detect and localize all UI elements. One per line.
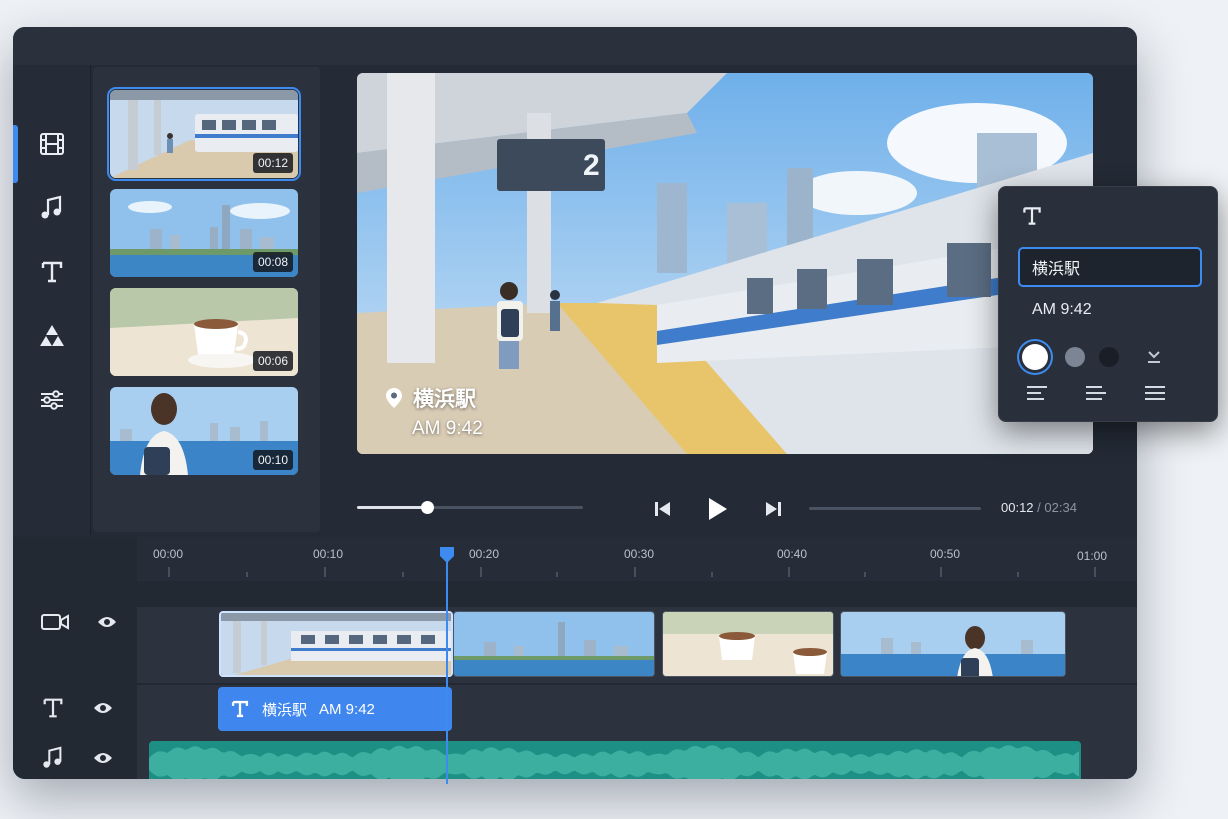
media-library: 00:12 00:08 00:06 00:10 — [93, 67, 320, 532]
color-swatch-black[interactable] — [1099, 347, 1119, 367]
platform-number: 2 — [583, 149, 600, 182]
audio-waveform — [149, 745, 1079, 779]
film-icon — [40, 133, 64, 155]
overlay-title-text: 横浜駅 — [413, 387, 476, 411]
clip-duration: 00:06 — [252, 351, 293, 371]
current-time: 00:12 — [1001, 500, 1034, 515]
audio-clip[interactable] — [149, 741, 1081, 779]
skip-forward-button[interactable] — [759, 495, 787, 523]
rail-item-adjust[interactable] — [13, 375, 91, 425]
text-icon — [231, 700, 249, 718]
time-ruler[interactable]: 00:00 00:10 00:20 00:30 00:40 00:50 01:0… — [137, 537, 1137, 581]
volume-fill — [357, 506, 427, 509]
ruler-ticks — [168, 567, 1096, 577]
clip-duration: 00:08 — [252, 252, 293, 272]
timeline-clip-station[interactable] — [219, 611, 453, 677]
overlay-time: AM 9:42 — [412, 418, 483, 439]
text-clip-time: AM 9:42 — [319, 700, 375, 718]
timeline-text-clip[interactable]: 横浜駅 AM 9:42 — [218, 687, 452, 731]
volume-slider[interactable] — [357, 501, 583, 514]
timeline-clip-coffee[interactable] — [662, 611, 834, 677]
volume-knob[interactable] — [421, 501, 434, 514]
seaside-clip-frames — [841, 612, 1065, 676]
text-track-header — [13, 683, 135, 733]
media-clip-station[interactable]: 00:12 — [107, 87, 301, 181]
tool-rail — [13, 65, 91, 535]
color-swatch-white[interactable] — [1022, 344, 1048, 370]
title-text-input[interactable] — [1018, 247, 1202, 287]
playback-progress[interactable] — [809, 507, 981, 510]
audio-track — [137, 735, 1137, 779]
time-readout: 00:12 / 02:34 — [1001, 500, 1077, 515]
editor-window: 00:12 00:08 00:06 00:10 2 横浜駅 AM 9:42 00… — [13, 27, 1137, 779]
clip-duration: 00:12 — [252, 153, 293, 173]
media-clip-skyline[interactable]: 00:08 — [110, 189, 298, 277]
video-track — [137, 607, 1137, 683]
sliders-icon — [41, 390, 63, 410]
eye-icon[interactable] — [93, 701, 113, 715]
skip-forward-icon — [766, 502, 781, 516]
eye-icon[interactable] — [97, 615, 117, 629]
eye-icon[interactable] — [93, 751, 113, 765]
skip-back-button[interactable] — [649, 495, 677, 523]
play-button[interactable] — [703, 495, 731, 523]
skip-back-icon — [655, 502, 670, 516]
text-properties-panel: AM 9:42 — [998, 186, 1218, 422]
video-preview[interactable]: 2 横浜駅 AM 9:42 — [357, 73, 1093, 454]
coffee-clip-frames — [663, 612, 833, 676]
title-bar — [13, 27, 1137, 65]
overlay-title: 横浜駅 — [385, 383, 476, 413]
video-camera-icon[interactable] — [41, 612, 69, 632]
timeline-clip-seaside[interactable] — [840, 611, 1066, 677]
text-icon — [41, 261, 63, 283]
waveform-shape — [149, 745, 1079, 779]
time-separator: / — [1037, 500, 1041, 515]
text-clip-title: 横浜駅 — [262, 700, 308, 719]
location-pin-icon — [386, 388, 402, 408]
skyline-clip-frames — [454, 612, 654, 676]
align-bottom-icon[interactable] — [1146, 350, 1162, 364]
media-clip-coffee[interactable]: 00:06 — [110, 288, 298, 376]
color-swatch-gray[interactable] — [1065, 347, 1085, 367]
rail-item-audio[interactable] — [13, 183, 91, 233]
rail-item-effects[interactable] — [13, 311, 91, 361]
text-icon — [1023, 207, 1041, 225]
clip-duration: 00:10 — [252, 450, 293, 470]
play-icon — [709, 498, 727, 520]
music-note-icon[interactable] — [41, 746, 65, 770]
timeline: 00:00 00:10 00:20 00:30 00:40 00:50 01:0… — [13, 537, 1137, 779]
rail-item-text[interactable] — [13, 247, 91, 297]
subtitle-text[interactable]: AM 9:42 — [1032, 301, 1092, 319]
shapes-icon — [40, 325, 64, 346]
music-note-icon — [41, 195, 62, 219]
align-left-icon[interactable] — [1026, 385, 1048, 401]
media-clip-seaside[interactable]: 00:10 — [110, 387, 298, 475]
text-track: 横浜駅 AM 9:42 — [137, 685, 1137, 735]
align-center-icon[interactable] — [1085, 385, 1107, 401]
rail-item-video[interactable] — [13, 119, 91, 183]
playhead-handle[interactable] — [439, 546, 455, 564]
text-icon[interactable] — [41, 696, 65, 720]
video-track-header — [13, 585, 135, 659]
timeline-clip-skyline[interactable] — [453, 611, 655, 677]
playhead-line[interactable] — [446, 556, 448, 784]
station-clip-frames — [221, 613, 451, 675]
align-right-icon[interactable] — [1144, 385, 1166, 401]
audio-track-header — [13, 735, 135, 779]
total-time: 02:34 — [1044, 500, 1077, 515]
